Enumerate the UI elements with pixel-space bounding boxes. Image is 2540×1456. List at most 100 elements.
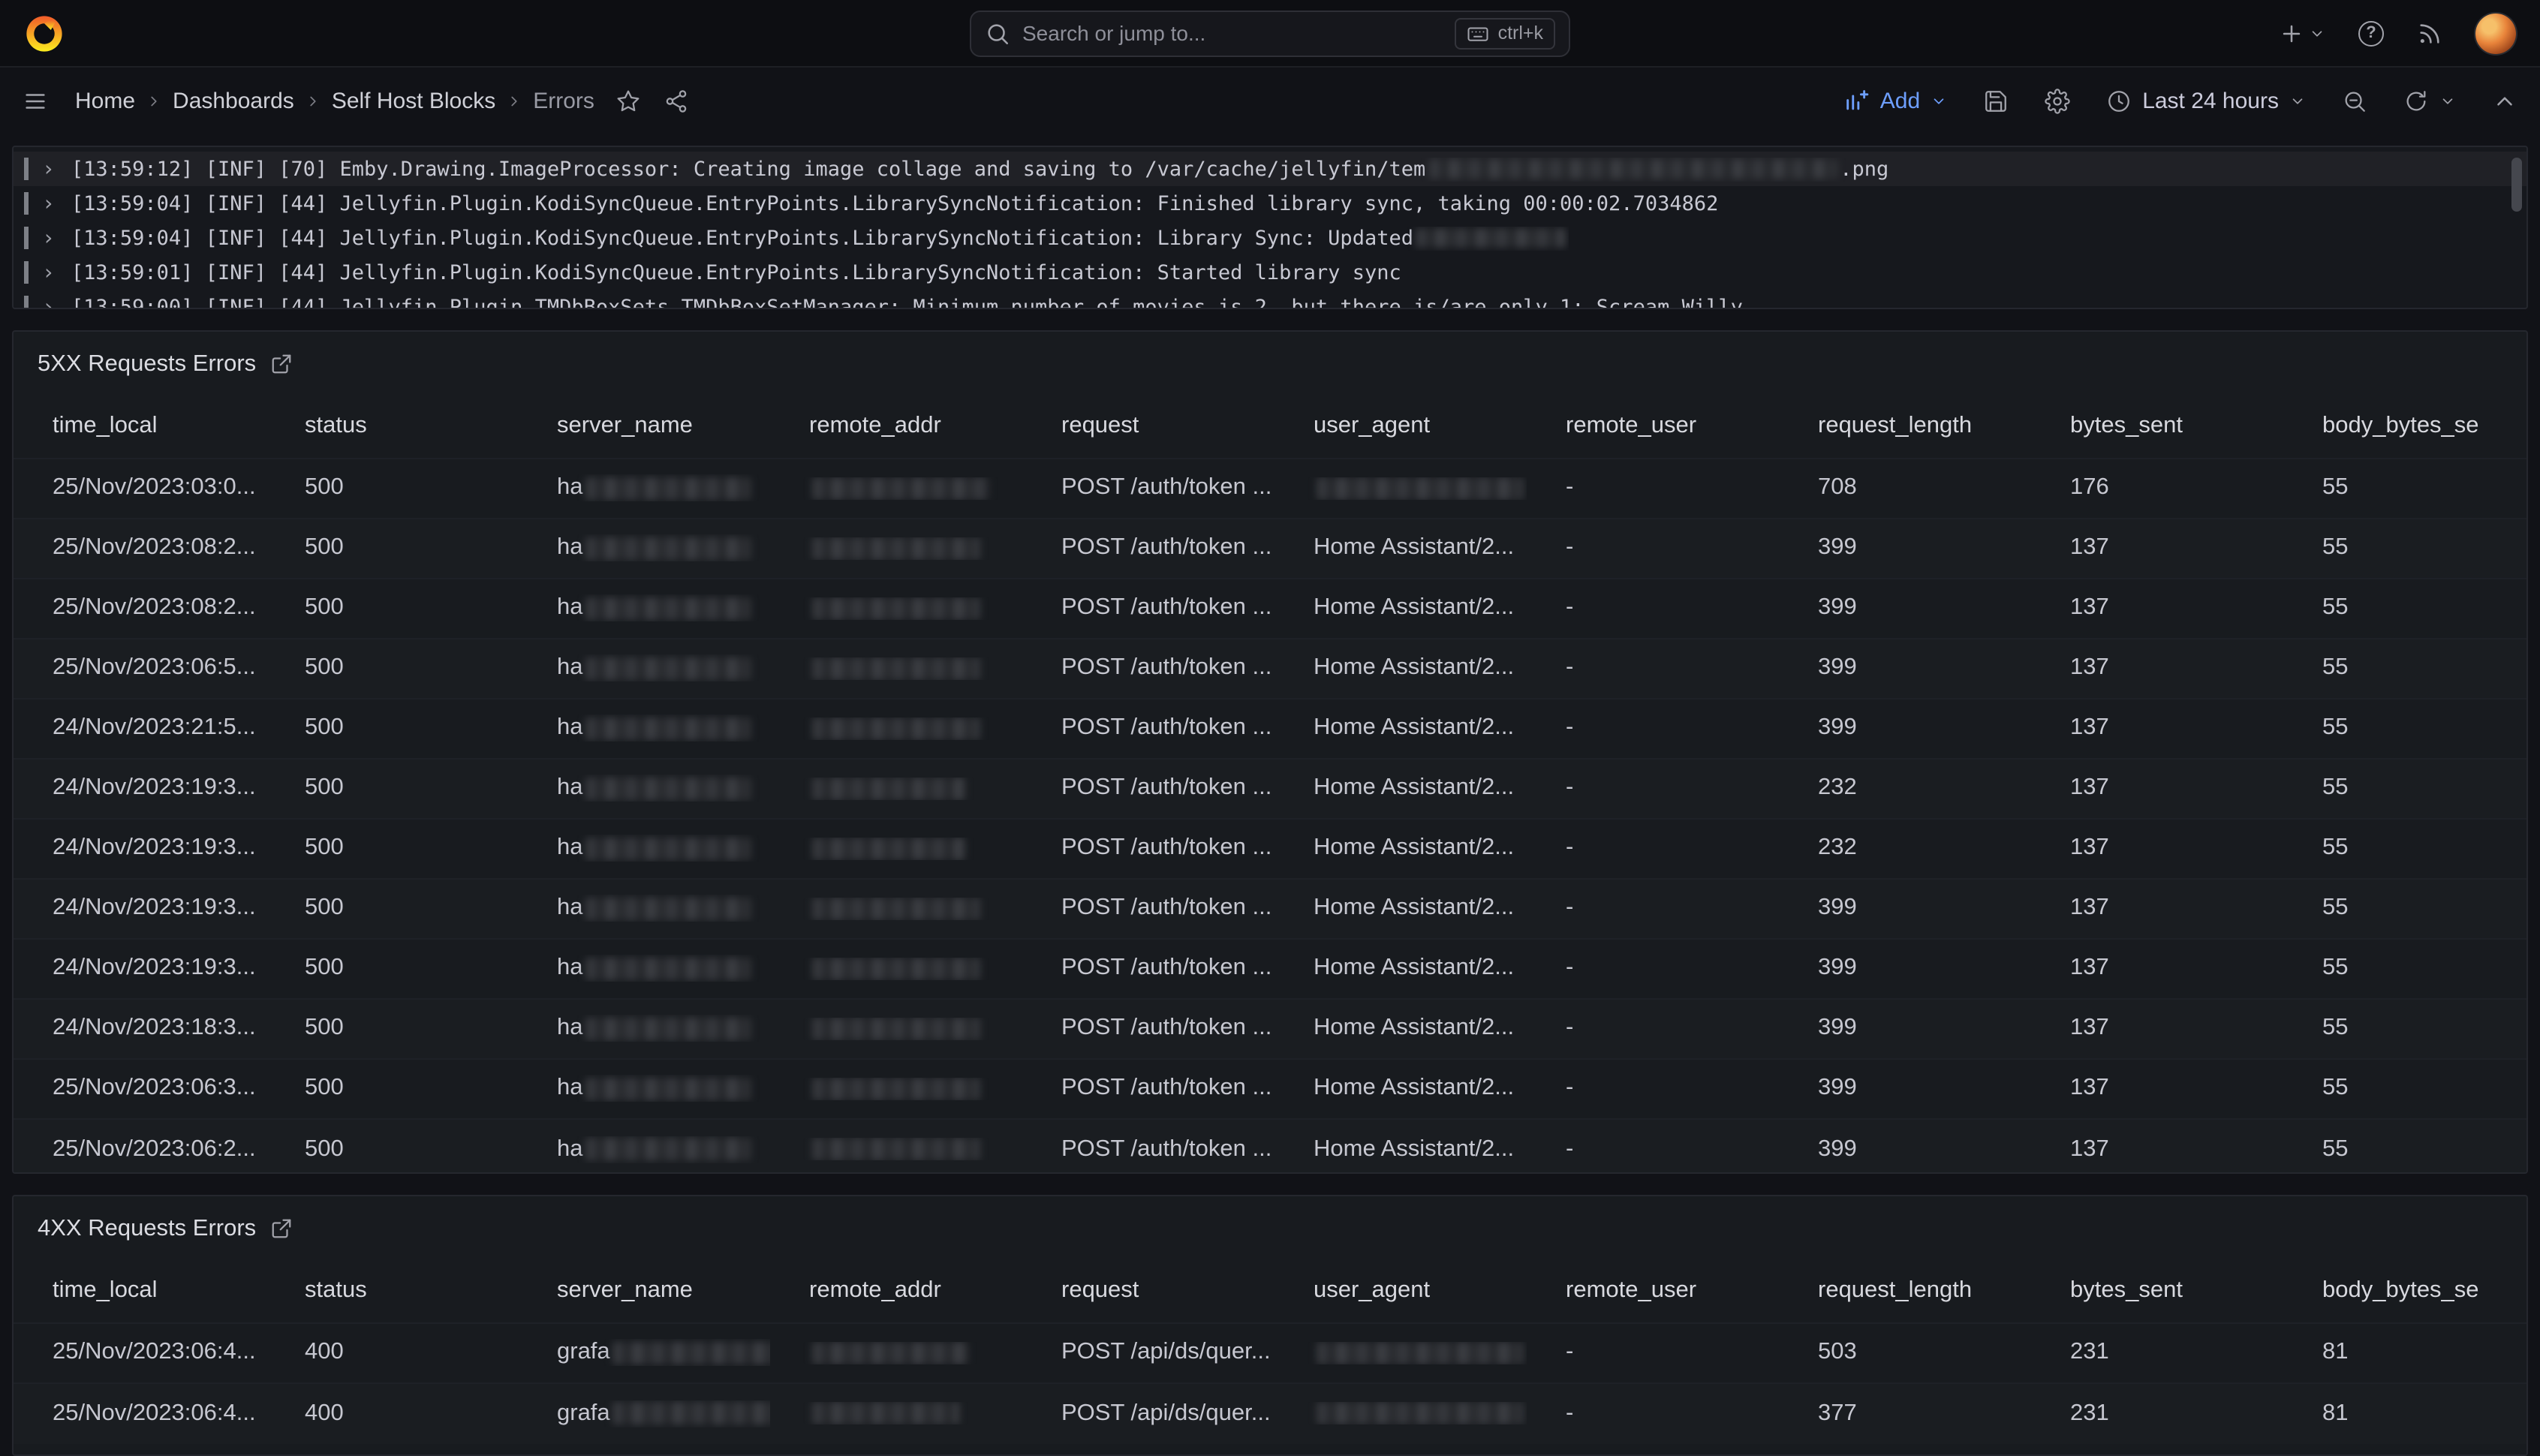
- new-button[interactable]: [2279, 20, 2325, 46]
- table-cell: ha: [518, 1136, 770, 1163]
- column-header[interactable]: body_bytes_se: [2283, 1278, 2526, 1305]
- column-header[interactable]: user_agent: [1275, 413, 1527, 440]
- table-cell: 137: [2031, 1136, 2283, 1163]
- log-level-bar: [24, 158, 29, 180]
- table-cell: 399: [1779, 895, 2031, 922]
- column-header[interactable]: status: [266, 413, 518, 440]
- save-dashboard-icon[interactable]: [1983, 89, 2009, 114]
- collapse-toolbar-icon[interactable]: [2492, 89, 2517, 114]
- redacted-text: [812, 597, 980, 619]
- log-message: [13:59:12] [INF] [70] Emby.Drawing.Image…: [71, 157, 1888, 181]
- add-label: Add: [1880, 89, 1920, 114]
- search-input[interactable]: Search or jump to... ctrl+k: [970, 10, 1570, 56]
- column-header[interactable]: remote_addr: [770, 1278, 1022, 1305]
- table-cell: ha: [518, 474, 770, 501]
- table-row: 24/Nov/2023:19:3...500haPOST /auth/token…: [14, 759, 2526, 819]
- dashboard-toolbar: Home Dashboards Self Host Blocks Errors …: [0, 68, 2540, 135]
- table-cell: [770, 957, 1022, 979]
- column-header[interactable]: request: [1022, 413, 1275, 440]
- column-header[interactable]: user_agent: [1275, 1278, 1527, 1305]
- chevron-down-icon: [2309, 25, 2325, 41]
- table-row: 25/Nov/2023:06:2...500haPOST /auth/token…: [14, 1119, 2526, 1173]
- redacted-text: [1416, 228, 1566, 248]
- table-cell: 55: [2283, 654, 2526, 681]
- column-header[interactable]: bytes_sent: [2031, 413, 2283, 440]
- table-cell: ha: [518, 654, 770, 681]
- breadcrumb-home[interactable]: Home: [75, 89, 135, 114]
- expand-chevron-icon[interactable]: ›: [42, 157, 55, 181]
- table-cell: [770, 1342, 1022, 1364]
- table-cell: 400: [266, 1340, 518, 1367]
- menu-toggle-icon[interactable]: [23, 89, 48, 114]
- table-cell: 500: [266, 654, 518, 681]
- star-icon[interactable]: [615, 89, 641, 114]
- table-cell: 24/Nov/2023:18:3...: [14, 1015, 266, 1042]
- log-line[interactable]: ›[13:59:04] [INF] [44] Jellyfin.Plugin.K…: [14, 186, 2526, 221]
- table-cell: 81: [2283, 1340, 2526, 1367]
- user-avatar[interactable]: [2475, 13, 2516, 53]
- log-line[interactable]: ›[13:59:04] [INF] [44] Jellyfin.Plugin.K…: [14, 221, 2526, 255]
- log-scrollbar[interactable]: [2511, 158, 2522, 212]
- log-line[interactable]: ›[13:59:00] [INF] [44] Jellyfin.Plugin.T…: [14, 290, 2526, 308]
- table-cell: 55: [2283, 594, 2526, 621]
- panel-header[interactable]: 5XX Requests Errors: [14, 343, 2526, 396]
- panel-header[interactable]: 4XX Requests Errors: [14, 1208, 2526, 1261]
- table-cell: [770, 1017, 1022, 1039]
- redacted-text: [586, 1017, 751, 1039]
- table-cell: 55: [2283, 895, 2526, 922]
- expand-chevron-icon[interactable]: ›: [42, 260, 55, 284]
- help-button[interactable]: ?: [2358, 20, 2384, 46]
- redacted-text: [812, 777, 965, 799]
- panel-title[interactable]: 4XX Requests Errors: [38, 1216, 256, 1243]
- column-header[interactable]: request_length: [1779, 1278, 2031, 1305]
- table-row: 25/Nov/2023:06:5...500haPOST /auth/token…: [14, 639, 2526, 699]
- log-line[interactable]: › [13:59:12] [INF] [70] Emby.Drawing.Imag…: [14, 152, 2526, 186]
- expand-chevron-icon[interactable]: ›: [42, 226, 55, 250]
- zoom-out-icon[interactable]: [2342, 89, 2367, 114]
- table-cell: -: [1527, 775, 1779, 802]
- expand-chevron-icon[interactable]: ›: [42, 295, 55, 308]
- column-header[interactable]: remote_user: [1527, 413, 1779, 440]
- redacted-text: [586, 1077, 751, 1100]
- external-link-icon[interactable]: [269, 353, 292, 375]
- grafana-logo-icon[interactable]: [24, 13, 65, 53]
- external-link-icon[interactable]: [269, 1218, 292, 1241]
- redacted-text: [613, 1342, 770, 1364]
- column-header[interactable]: remote_addr: [770, 413, 1022, 440]
- log-line[interactable]: ›[13:59:01] [INF] [44] Jellyfin.Plugin.K…: [14, 255, 2526, 290]
- refresh-picker[interactable]: [2403, 89, 2456, 114]
- column-header[interactable]: request: [1022, 1278, 1275, 1305]
- table-cell: -: [1527, 654, 1779, 681]
- panel-title[interactable]: 5XX Requests Errors: [38, 350, 256, 378]
- table-cell: 503: [1779, 1340, 2031, 1367]
- refresh-icon: [2403, 89, 2429, 114]
- share-icon[interactable]: [664, 89, 689, 114]
- table-cell: -: [1527, 1136, 1779, 1163]
- news-button[interactable]: [2417, 20, 2442, 46]
- column-header[interactable]: time_local: [14, 1278, 266, 1305]
- column-header[interactable]: time_local: [14, 413, 266, 440]
- table-cell: POST /auth/token ...: [1022, 534, 1275, 561]
- column-header[interactable]: server_name: [518, 413, 770, 440]
- column-header[interactable]: remote_user: [1527, 1278, 1779, 1305]
- time-range-picker[interactable]: Last 24 hours: [2106, 89, 2306, 114]
- column-header[interactable]: server_name: [518, 1278, 770, 1305]
- column-header[interactable]: request_length: [1779, 413, 2031, 440]
- column-header[interactable]: bytes_sent: [2031, 1278, 2283, 1305]
- redacted-text: [812, 1342, 968, 1364]
- expand-chevron-icon[interactable]: ›: [42, 191, 55, 215]
- settings-gear-icon[interactable]: [2045, 89, 2070, 114]
- table-cell: 399: [1779, 1015, 2031, 1042]
- column-header[interactable]: body_bytes_se: [2283, 413, 2526, 440]
- table-cell: -: [1527, 1400, 1779, 1427]
- redacted-text: [586, 897, 751, 919]
- redacted-text: [1317, 1342, 1524, 1364]
- table-cell: 137: [2031, 895, 2283, 922]
- table-cell: 399: [1779, 654, 2031, 681]
- redacted-text: [586, 597, 751, 619]
- table-cell: POST /auth/token ...: [1022, 1015, 1275, 1042]
- breadcrumb-dashboards[interactable]: Dashboards: [173, 89, 294, 114]
- column-header[interactable]: status: [266, 1278, 518, 1305]
- add-button[interactable]: Add: [1844, 89, 1947, 114]
- breadcrumb-dashboard-name[interactable]: Self Host Blocks: [332, 89, 495, 114]
